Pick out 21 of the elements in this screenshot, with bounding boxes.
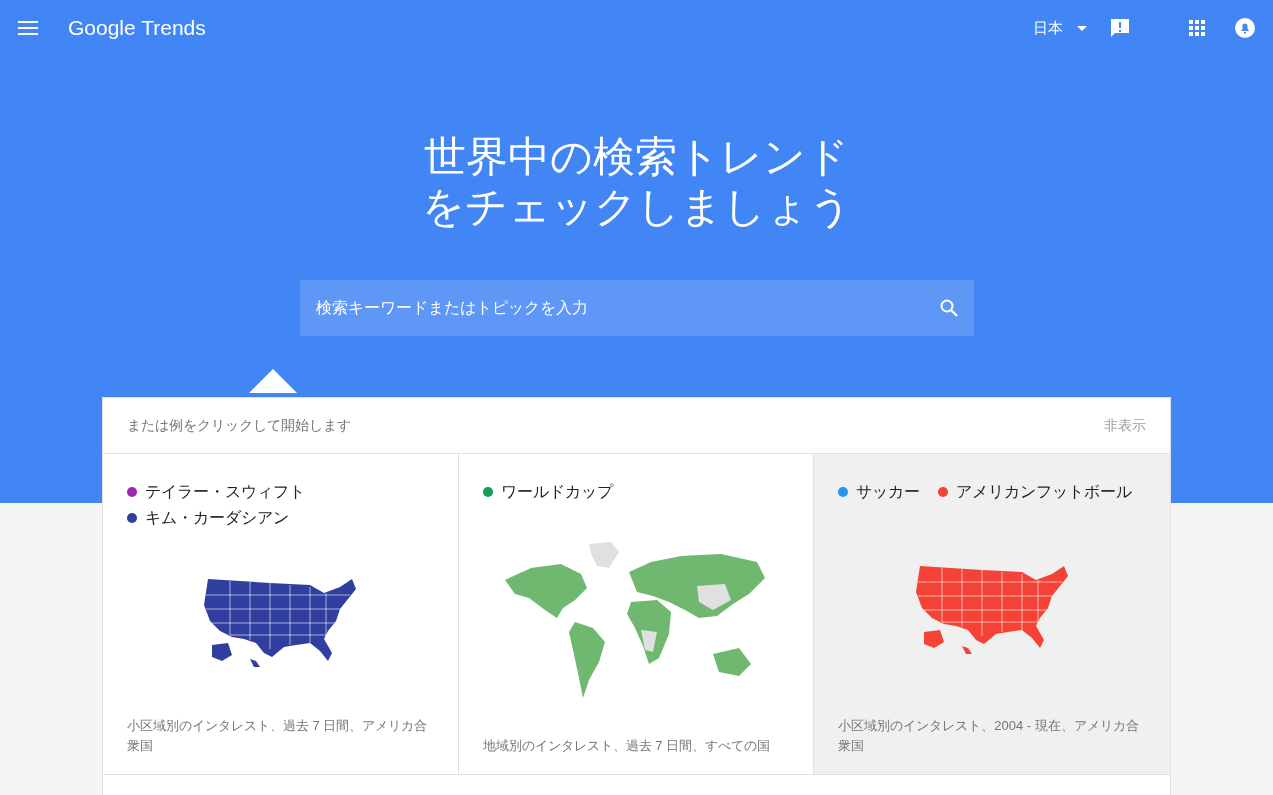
region-dropdown[interactable]: 日本 [1033,16,1087,40]
feedback-icon[interactable] [1109,17,1131,39]
card-caption: 地域別のインタレスト、過去 7 日間、すべての国 [482,737,772,755]
card-caption: 小区域別のインタレスト、2004 - 現在、アメリカ合衆国 [838,717,1140,755]
caret-icon [1077,25,1087,31]
term-label: キム・カーダシアン [145,508,289,528]
search-input[interactable]: 検索キーワードまたはトピックを入力 [315,296,940,320]
search-icon[interactable] [939,299,958,317]
term-label: ワールドカップ [500,482,613,502]
term-label: アメリカンフットボール [956,482,1133,502]
apps-grid-icon[interactable] [1189,20,1205,36]
search-field[interactable]: 検索キーワードまたはトピックを入力 [299,280,974,336]
examples-intro: または例をクリックして開始します [127,416,351,435]
logo[interactable]: Google Trends [68,12,206,44]
card-caption: 小区域別のインタレスト、過去 7 日間、アメリカ合衆国 [127,717,429,755]
example-card[interactable]: サッカー アメリカンフットボール 小区域別のインタレスト、2004 - 現在、アメリカ合衆国 [814,454,1170,774]
term-label: サッカー [856,482,921,502]
menu-icon[interactable] [18,21,38,35]
hero-title: 世界中の検索トレンド をチェックしましょう [420,132,853,232]
term-label: テイラー・スウィフト [145,482,305,502]
notification-bell-icon[interactable] [1235,18,1255,38]
